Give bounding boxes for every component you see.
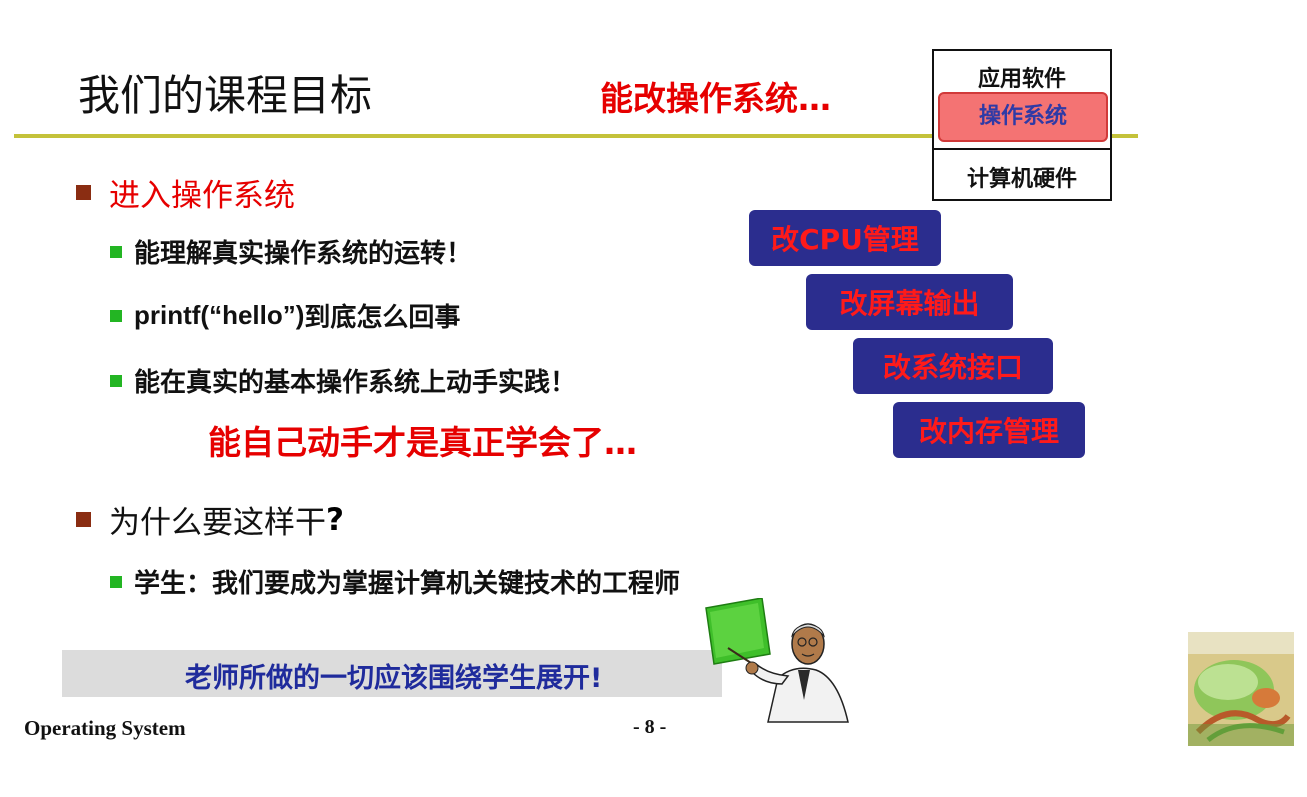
section1-text: 进入操作系统 <box>109 178 295 214</box>
teacher-illustration <box>705 598 849 723</box>
bullet-square-icon <box>110 575 122 588</box>
bullet-square-icon <box>110 374 122 387</box>
footer-course: Operating System <box>24 716 186 740</box>
item2-code: printf(“hello”) <box>134 300 305 330</box>
layer-divider <box>934 148 1110 150</box>
mod-box-screen: 改屏幕输出 <box>806 274 1013 330</box>
book-cover-image <box>1188 632 1294 746</box>
layer-application: 应用软件 <box>977 67 1066 92</box>
item1-text: 能理解真实操作系统的运转！ <box>134 239 473 269</box>
bullet-square-icon <box>76 512 91 527</box>
bullet-square-icon <box>110 245 122 258</box>
layer-os: 操作系统 <box>938 92 1108 142</box>
item4-highlight: 掌握计算机关键技术的工程师 <box>342 569 681 599</box>
bullet-item2: printf(“hello”) 到底怎么回事 <box>110 297 460 334</box>
footer-page-number: - 8 - <box>633 716 667 738</box>
mod-box-cpu: 改CPU管理 <box>749 210 941 266</box>
item2-text: 到底怎么回事 <box>304 303 461 333</box>
os-layer-stack: 应用软件 操作系统 计算机硬件 <box>932 49 1112 201</box>
bullet-item4: 学生：我们要成为 掌握计算机关键技术的工程师 <box>110 563 680 600</box>
item4-prefix: 学生：我们要成为 <box>134 569 343 599</box>
banner-text: 老师所做的一切应该围绕学生展开! <box>185 663 603 694</box>
bullet-square-icon <box>110 309 122 322</box>
bullet-square-icon <box>76 185 91 200</box>
slide-title: 我们的课程目标 <box>78 71 373 120</box>
bullet-section2: 为什么要这样干 ? <box>76 497 344 542</box>
bullet-item1: 能理解真实操作系统的运转！ <box>110 233 472 270</box>
item3-text: 能在真实的基本操作系统上动手实践！ <box>134 368 577 398</box>
mod-box-syscall: 改系统接口 <box>853 338 1053 394</box>
mod-box-memory: 改内存管理 <box>893 402 1085 458</box>
layer-hardware: 计算机硬件 <box>966 167 1077 192</box>
emphasis-text: 能自己动手才是真正学会了… <box>208 423 637 462</box>
section2-text: 为什么要这样干 <box>109 505 326 541</box>
title-accent: 能改操作系统… <box>600 79 831 118</box>
bullet-item3: 能在真实的基本操作系统上动手实践！ <box>110 362 576 399</box>
section2-question-mark: ? <box>326 501 344 538</box>
bullet-section1: 进入操作系统 <box>76 170 295 215</box>
